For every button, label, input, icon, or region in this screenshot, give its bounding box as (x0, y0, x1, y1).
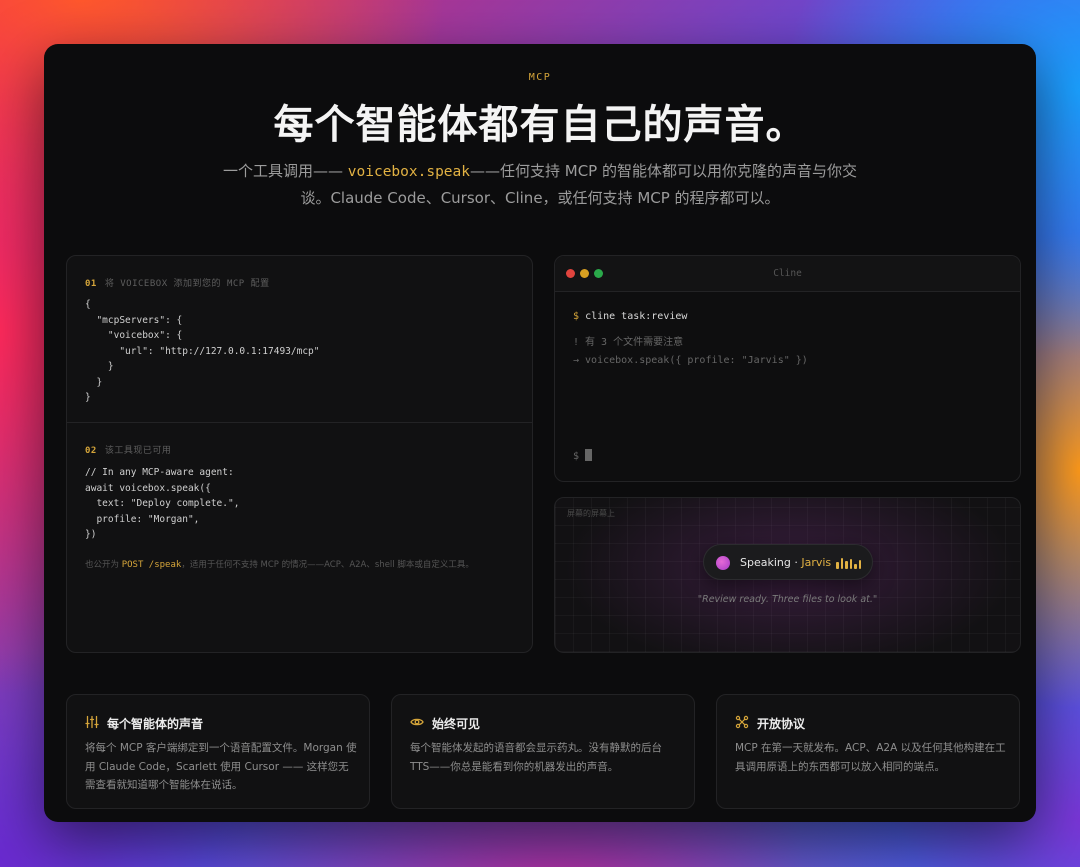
page-subtitle: 一个工具调用—— voicebox.speak——任何支持 MCP 的智能体都可… (214, 158, 866, 211)
terminal-command: cline task:review (585, 311, 688, 322)
step-2-text: 该工具现已可用 (104, 446, 172, 456)
audio-level-icon (836, 557, 862, 569)
config-panel: 01 将 VOICEBOX 添加到您的 MCP 配置 { "mcpServers"… (66, 255, 533, 653)
mcp-showcase-window: MCP 每个智能体都有自己的声音。 一个工具调用—— voicebox.spea… (44, 44, 1036, 822)
terminal-cursor (585, 449, 593, 461)
end-prompt-symbol: $ (573, 451, 580, 462)
note-part-b: ，适用于任何不支持 MCP 的情况——ACP、A2A、shell 脚本或自定义工… (181, 560, 474, 570)
sliders-icon (85, 715, 99, 729)
post-speak-note: 也公开为 POST /speak，适用于任何不支持 MCP 的情况——ACP、A… (85, 558, 474, 570)
spoken-quote: "Review ready. Three files to look at." (697, 594, 878, 605)
config-step-1: 01 将 VOICEBOX 添加到您的 MCP 配置 { "mcpServers"… (67, 256, 532, 423)
note-endpoint-code: POST /speak (121, 560, 182, 570)
speaking-label: Speaking · (740, 556, 802, 569)
voice-avatar (716, 556, 730, 570)
step-1-number: 01 (85, 279, 97, 289)
terminal-window: Cline $ cline task:review ! 有 3 个文件需要注意 … (554, 255, 1021, 482)
note-part-a: 也公开为 (85, 560, 122, 570)
step-1-label: 01 将 VOICEBOX 添加到您的 MCP 配置 (85, 276, 270, 289)
eyebrow-label: MCP (528, 72, 552, 83)
feature-title: 开放协议 (757, 717, 806, 731)
desk-label: 屏幕的屏幕上 (567, 509, 615, 518)
prompt-symbol: $ (573, 311, 580, 322)
page-title: 每个智能体都有自己的声音。 (273, 102, 807, 148)
subtitle-part-a: 一个工具调用—— (223, 162, 348, 180)
speaking-preview: 屏幕的屏幕上 Speaking · Jarvis "Review ready. … (554, 497, 1021, 653)
speaking-pill[interactable]: Speaking · Jarvis (703, 544, 873, 580)
audio-level-bar (840, 557, 843, 569)
feature-card-always-visible: 始终可见 每个智能体发起的语音都会显示药丸。没有静默的后台 TTS——你总是能看… (391, 694, 695, 809)
terminal-warning-line: ! 有 3 个文件需要注意 (573, 337, 684, 348)
mcp-config-code[interactable]: { "mcpServers": { "voicebox": { "url": "… (85, 297, 320, 406)
speaker-name: Jarvis (801, 556, 832, 569)
terminal-title-bar: Cline (555, 256, 1020, 292)
feature-body: 每个智能体发起的语音都会显示药丸。没有静默的后台 TTS——你总是能看到你的机器… (410, 742, 662, 773)
eye-icon (410, 718, 424, 726)
speaking-status: Speaking · Jarvis (740, 556, 831, 569)
audio-level-bar (858, 560, 861, 569)
step-1-text: 将 VOICEBOX 添加到您的 MCP 配置 (104, 279, 270, 289)
feature-body: MCP 在第一天就发布。ACP、A2A 以及任何其他构建在工具调用原语上的东西都… (735, 742, 1006, 773)
audio-level-bar (845, 561, 848, 569)
terminal-command-line: $ cline task:review (573, 311, 687, 322)
terminal-input-line[interactable]: $ (573, 449, 593, 462)
feature-card-open-protocol: 开放协议 MCP 在第一天就发布。ACP、A2A 以及任何其他构建在工具调用原语… (716, 694, 1020, 809)
feature-body: 将每个 MCP 客户端绑定到一个语音配置文件。Morgan 使用 Claude … (85, 742, 357, 791)
step-2-number: 02 (85, 446, 97, 456)
config-step-2: 02 该工具现已可用 // In any MCP-aware agent: awa… (67, 423, 532, 652)
feature-card-per-agent-voice: 每个智能体的声音 将每个 MCP 客户端绑定到一个语音配置文件。Morgan 使… (66, 694, 370, 809)
network-icon (735, 715, 749, 729)
speak-usage-code[interactable]: // In any MCP-aware agent: await voicebo… (85, 465, 239, 543)
audio-level-bar (849, 558, 852, 569)
audio-level-bar (854, 564, 857, 569)
feature-title: 每个智能体的声音 (107, 717, 204, 731)
step-2-label: 02 该工具现已可用 (85, 443, 171, 456)
feature-title: 始终可见 (432, 717, 481, 731)
audio-level-bar (836, 562, 839, 569)
terminal-title: Cline (773, 268, 802, 279)
terminal-speak-line: → voicebox.speak({ profile: "Jarvis" }) (573, 355, 808, 366)
subtitle-code: voicebox.speak (347, 164, 470, 180)
